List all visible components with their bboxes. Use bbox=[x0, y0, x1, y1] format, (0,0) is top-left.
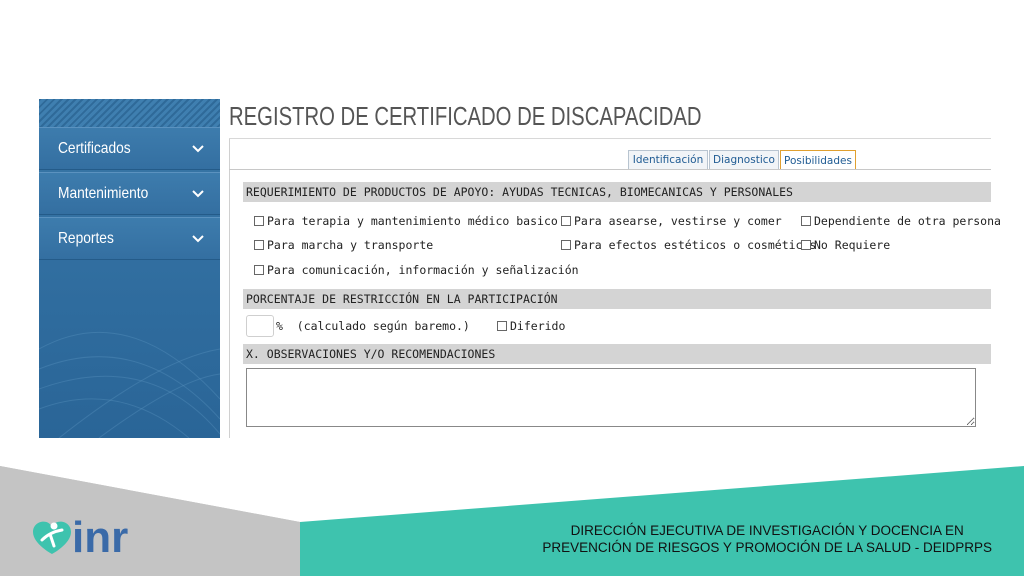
checkbox-box[interactable] bbox=[254, 240, 264, 250]
tab-identificacion[interactable]: Identificación bbox=[628, 150, 708, 169]
checkbox-asearse[interactable]: Para asearse, vestirse y comer bbox=[561, 214, 782, 228]
checkbox-box[interactable] bbox=[497, 321, 507, 331]
tab-underline bbox=[229, 169, 991, 170]
tab-diagnostico[interactable]: Diagnostico bbox=[709, 150, 779, 169]
title-divider bbox=[229, 138, 991, 139]
checkbox-box[interactable] bbox=[561, 240, 571, 250]
sidebar-item-mantenimiento[interactable]: Mantenimiento bbox=[39, 172, 220, 215]
footer-institution: DIRECCIÓN EJECUTIVA DE INVESTIGACIÓN Y D… bbox=[542, 522, 992, 556]
checkbox-box[interactable] bbox=[561, 216, 571, 226]
sidebar-item-label: Certificados bbox=[58, 139, 131, 157]
checkbox-dependiente[interactable]: Dependiente de otra persona bbox=[801, 214, 1001, 228]
logo-text: inr bbox=[72, 513, 128, 560]
panel-border bbox=[229, 139, 230, 438]
footer-teal-shape bbox=[300, 466, 1024, 576]
page-title: REGISTRO DE CERTIFICADO DE DISCAPACIDAD bbox=[229, 101, 702, 131]
chevron-down-icon bbox=[192, 189, 204, 197]
checkbox-marcha[interactable]: Para marcha y transporte bbox=[254, 238, 433, 252]
inr-logo: inr bbox=[33, 513, 128, 560]
percentage-input[interactable] bbox=[246, 315, 274, 337]
checkbox-box[interactable] bbox=[801, 216, 811, 226]
chevron-down-icon bbox=[192, 234, 204, 242]
checkbox-box[interactable] bbox=[801, 240, 811, 250]
tab-posibilidades[interactable]: Posibilidades bbox=[780, 150, 856, 170]
checkbox-terapia[interactable]: Para terapia y mantenimiento médico basi… bbox=[254, 214, 558, 228]
footer-line-2: PREVENCIÓN DE RIESGOS Y PROMOCIÓN DE LA … bbox=[542, 540, 992, 555]
checkbox-box[interactable] bbox=[254, 265, 264, 275]
sidebar-item-reportes[interactable]: Reportes bbox=[39, 217, 220, 260]
checkbox-diferido[interactable]: Diferido bbox=[497, 319, 565, 333]
footer-line-1: DIRECCIÓN EJECUTIVA DE INVESTIGACIÓN Y D… bbox=[570, 523, 964, 538]
percentage-note: % (calculado según baremo.) bbox=[276, 319, 470, 333]
observaciones-textarea[interactable] bbox=[246, 368, 976, 427]
sidebar: Certificados Mantenimiento Reportes bbox=[39, 99, 220, 438]
checkbox-box[interactable] bbox=[254, 216, 264, 226]
sidebar-item-certificados[interactable]: Certificados bbox=[39, 127, 220, 170]
checkbox-comunicacion[interactable]: Para comunicación, información y señaliz… bbox=[254, 263, 579, 277]
checkbox-esteticos[interactable]: Para efectos estéticos o cosméticos bbox=[561, 238, 816, 252]
checkbox-no-requiere[interactable]: No Requiere bbox=[801, 238, 890, 252]
section-header-observaciones: X. OBSERVACIONES Y/O RECOMENDACIONES bbox=[243, 344, 991, 364]
section-header-productos: REQUERIMIENTO DE PRODUCTOS DE APOYO: AYU… bbox=[243, 182, 991, 202]
sidebar-item-label: Reportes bbox=[58, 229, 114, 247]
sidebar-item-label: Mantenimiento bbox=[58, 184, 149, 202]
section-header-porcentaje: PORCENTAJE DE RESTRICCIÓN EN LA PARTICIP… bbox=[243, 289, 991, 309]
chevron-down-icon bbox=[192, 144, 204, 152]
